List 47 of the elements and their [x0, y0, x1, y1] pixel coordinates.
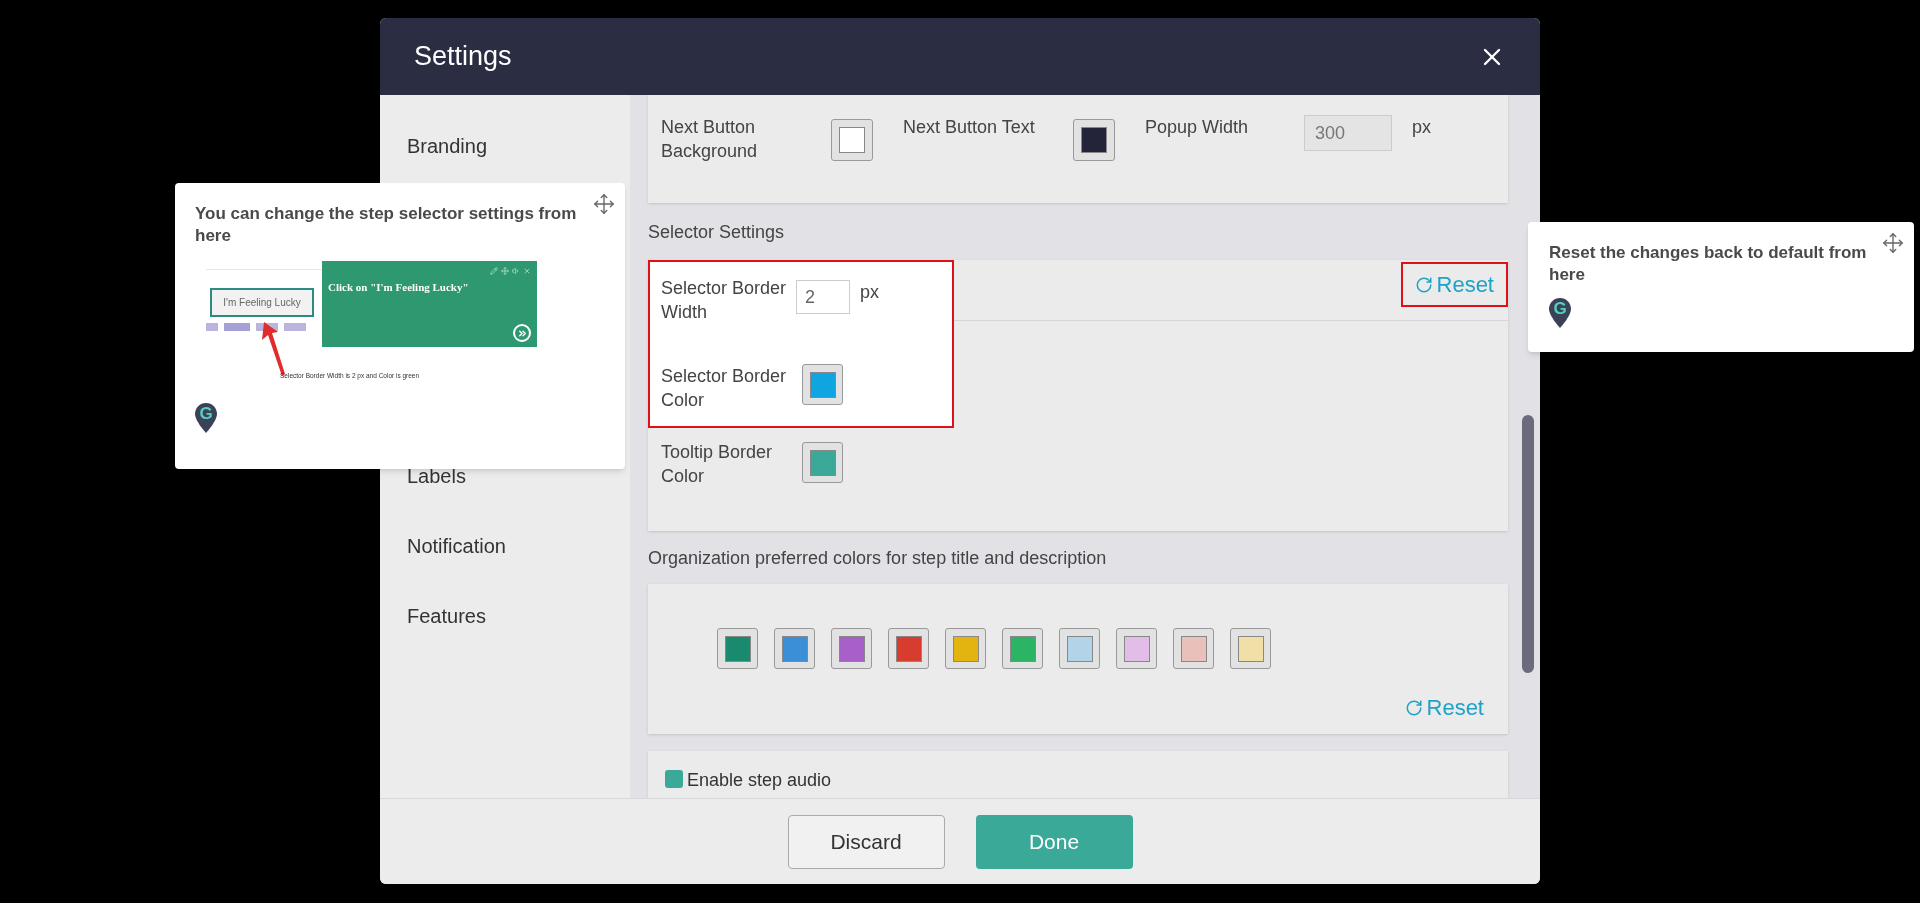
color-swatch[interactable]	[1059, 628, 1100, 669]
next-icon	[513, 324, 531, 342]
color-swatch[interactable]	[717, 628, 758, 669]
tooltip-text: Reset the changes back to default from here	[1549, 242, 1868, 286]
preview-tooltip-text: Click on "I'm Feeling Lucky"	[328, 280, 469, 295]
popup-width-input[interactable]: 300	[1304, 115, 1392, 151]
field-label: Next Button Background	[661, 116, 759, 163]
color-swatch[interactable]	[888, 628, 929, 669]
field-label: Selector Border Color	[661, 365, 788, 412]
unit-label: px	[1412, 116, 1431, 139]
section-heading: Selector Settings	[648, 221, 785, 244]
color-swatch[interactable]	[1002, 628, 1043, 669]
color-swatch[interactable]	[1230, 628, 1271, 669]
color-swatch[interactable]	[774, 628, 815, 669]
edit-icon	[490, 267, 498, 275]
discard-button[interactable]: Discard	[787, 814, 945, 869]
checkbox[interactable]	[665, 770, 683, 788]
section-heading: Organization preferred colors for step title and description	[648, 547, 1107, 570]
move-icon[interactable]	[1882, 232, 1904, 254]
checkbox-label: Enable step audio	[687, 769, 832, 792]
color-swatch[interactable]	[802, 364, 843, 405]
unit-label: px	[860, 281, 879, 304]
border-width-input[interactable]: 2	[796, 280, 850, 314]
logo-icon: G	[195, 403, 217, 433]
field-label: Next Button Text	[903, 116, 1036, 139]
logo-icon: G	[1549, 298, 1571, 328]
move-icon[interactable]	[593, 193, 615, 215]
field-label: Selector Border Width	[661, 277, 788, 324]
sidebar-item[interactable]: Notification	[407, 531, 506, 561]
color-swatch[interactable]	[1073, 119, 1115, 161]
color-swatch[interactable]	[1173, 628, 1214, 669]
sidebar-item[interactable]: Branding	[407, 131, 488, 161]
color-swatch[interactable]	[1116, 628, 1157, 669]
field-label: Tooltip Border Color	[661, 441, 774, 488]
move-icon	[501, 267, 509, 275]
sidebar-item[interactable]: Features	[407, 601, 486, 631]
color-swatch[interactable]	[802, 442, 843, 483]
close-icon	[523, 267, 531, 275]
window-title: Settings	[414, 40, 512, 74]
color-swatch[interactable]	[831, 628, 872, 669]
reset-icon	[1404, 698, 1423, 717]
color-swatch[interactable]	[945, 628, 986, 669]
color-swatch[interactable]	[831, 119, 873, 161]
reset-icon	[1414, 275, 1433, 294]
speaker-icon	[512, 267, 520, 275]
field-label: Popup Width	[1145, 116, 1250, 139]
tooltip-text: You can change the step selector settings from here	[195, 203, 578, 247]
